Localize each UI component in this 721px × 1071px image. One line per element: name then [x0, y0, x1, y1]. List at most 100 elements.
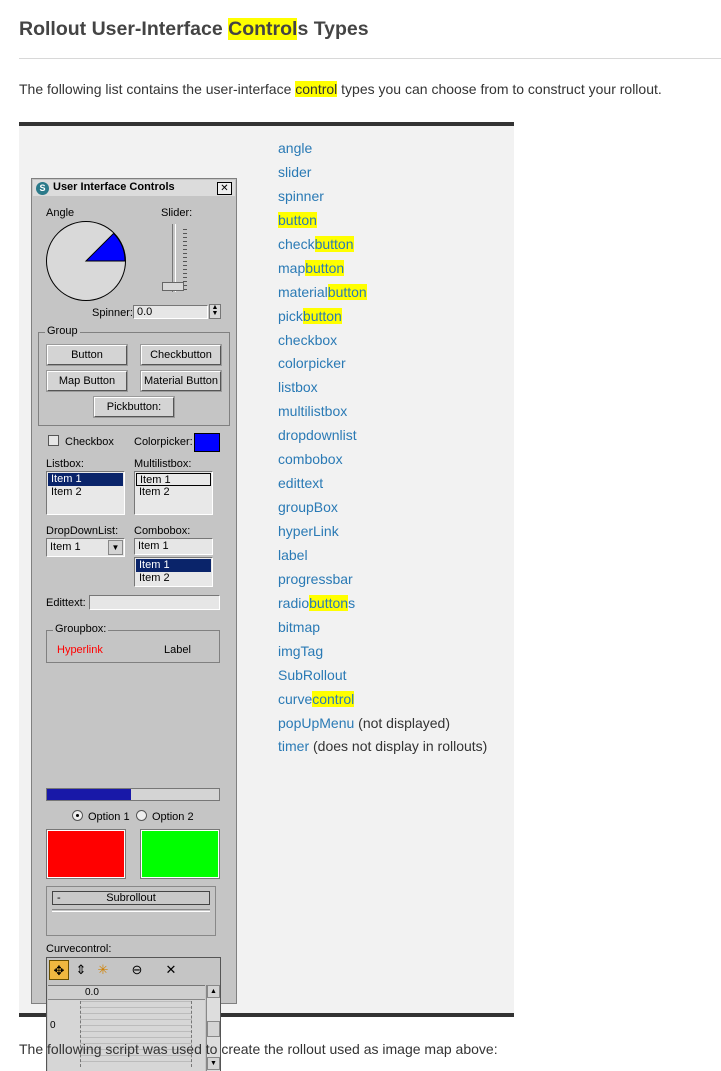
scroll-down-icon[interactable]: ▼ — [207, 1057, 220, 1070]
link-radiobuttons-prefix: radio — [278, 594, 310, 611]
list-item: bitmap — [278, 615, 487, 639]
curvecontrol-label: Curvecontrol: — [46, 943, 112, 955]
link-label[interactable]: label — [278, 547, 308, 563]
link-button[interactable]: button — [278, 211, 317, 228]
link-mapbutton[interactable]: mapbutton — [278, 259, 345, 276]
list-item[interactable]: Item 2 — [136, 486, 211, 499]
scroll-up-icon[interactable]: ▲ — [207, 985, 220, 998]
intro-prefix: The following list contains the user-int… — [19, 81, 296, 97]
bitmap-green — [141, 830, 219, 878]
list-item[interactable]: Item 1 — [136, 473, 211, 486]
listbox[interactable]: Item 1 Item 2 — [46, 471, 125, 515]
link-hyperlink[interactable]: hyperLink — [278, 523, 339, 539]
pickbutton-button[interactable]: Pickbutton: — [94, 397, 174, 417]
edittext-input[interactable] — [89, 595, 220, 610]
intro-suffix: types you can choose from to construct y… — [337, 81, 662, 97]
slider-thumb[interactable] — [162, 282, 184, 291]
list-item[interactable]: Item 1 — [48, 473, 123, 486]
link-angle[interactable]: angle — [278, 140, 312, 156]
colorpicker-label: Colorpicker: — [134, 436, 193, 448]
checkbox[interactable] — [48, 435, 59, 446]
insert-point-icon[interactable]: ✳ — [93, 960, 113, 980]
mouse-icon[interactable]: ⊖ — [127, 960, 147, 980]
checkbutton-button[interactable]: Checkbutton — [141, 345, 221, 365]
link-combobox[interactable]: combobox — [278, 451, 343, 467]
link-spinner[interactable]: spinner — [278, 188, 324, 204]
angle-dial[interactable] — [46, 221, 126, 301]
curve-grid — [80, 1001, 192, 1067]
link-mapbutton-highlight: button — [305, 259, 345, 276]
link-button-text: button — [278, 211, 317, 228]
curve-graph[interactable]: 0.0 0 — [48, 985, 205, 1071]
option2-label: Option 2 — [152, 811, 194, 823]
link-edittext[interactable]: edittext — [278, 475, 323, 491]
title-suffix: s Types — [297, 18, 369, 40]
combobox-list[interactable]: Item 1 Item 2 — [134, 557, 213, 587]
vertical-scrollbar[interactable]: ▲ ▼ — [206, 985, 220, 1071]
spinner-arrows-icon[interactable]: ▲ ▼ — [209, 304, 221, 319]
dialog-title: User Interface Controls — [53, 181, 175, 193]
link-checkbox[interactable]: checkbox — [278, 332, 337, 348]
list-item[interactable]: Item 1 — [136, 559, 211, 572]
subrollout-header[interactable]: - Subrollout — [52, 891, 210, 905]
subrollout-frame: - Subrollout — [46, 886, 216, 936]
list-item[interactable]: Item 2 — [136, 572, 211, 585]
group-caption: Group — [45, 325, 80, 337]
map-button[interactable]: Map Button — [47, 371, 127, 391]
list-item: label — [278, 543, 487, 567]
max-logo-icon: S — [36, 182, 49, 195]
link-listbox[interactable]: listbox — [278, 379, 318, 395]
dropdownlist[interactable]: Item 1 ▼ — [46, 538, 125, 557]
link-multilistbox[interactable]: multilistbox — [278, 403, 347, 419]
move-icon[interactable]: ✥ — [49, 960, 69, 980]
list-item[interactable]: Item 2 — [48, 486, 123, 499]
option2-radio[interactable] — [136, 810, 147, 821]
multilistbox[interactable]: Item 1 Item 2 — [134, 471, 213, 515]
title-divider — [19, 58, 721, 59]
link-popupmenu[interactable]: popUpMenu — [278, 715, 354, 731]
link-materialbutton[interactable]: materialbutton — [278, 283, 367, 300]
button-button[interactable]: Button — [47, 345, 127, 365]
curve-zero-label: 0 — [50, 1020, 56, 1031]
scale-icon[interactable]: ⇕ — [71, 960, 91, 980]
link-imgtag[interactable]: imgTag — [278, 643, 323, 659]
colorpicker-swatch[interactable] — [194, 433, 220, 452]
link-groupbox[interactable]: groupBox — [278, 499, 338, 515]
angle-label: Angle — [46, 207, 75, 219]
angle-wedge — [84, 232, 126, 262]
link-radiobuttons[interactable]: radiobuttons — [278, 594, 355, 611]
material-button[interactable]: Material Button — [141, 371, 221, 391]
subrollout-title: Subrollout — [106, 892, 156, 904]
spinner-label: Spinner: — [92, 307, 133, 319]
link-progressbar[interactable]: progressbar — [278, 571, 353, 587]
combobox-label: Combobox: — [134, 525, 191, 537]
link-subrollout[interactable]: SubRollout — [278, 667, 347, 683]
link-timer[interactable]: timer — [278, 738, 309, 754]
link-checkbutton[interactable]: checkbutton — [278, 235, 354, 252]
list-item: spinner — [278, 184, 487, 208]
scroll-thumb[interactable] — [207, 1021, 220, 1037]
spinner-input[interactable]: 0.0 — [133, 305, 208, 319]
chevron-down-icon[interactable]: ▼ — [108, 540, 123, 555]
combobox-input[interactable]: Item 1 — [134, 538, 213, 555]
link-radiobuttons-highlight: button — [309, 594, 349, 611]
link-pickbutton[interactable]: pickbutton — [278, 307, 342, 324]
delete-icon[interactable]: ✕ — [161, 960, 181, 980]
link-curvecontrol[interactable]: curvecontrol — [278, 690, 355, 707]
link-pickbutton-highlight: button — [302, 307, 342, 324]
timer-note: (does not display in rollouts) — [309, 738, 488, 755]
link-colorpicker[interactable]: colorpicker — [278, 355, 346, 371]
list-item: pickbutton — [278, 304, 487, 328]
control-types-list: angle slider spinner button checkbutton … — [278, 136, 487, 758]
page-title: Rollout User-Interface Controls Types — [19, 18, 369, 41]
hyperlink[interactable]: Hyperlink — [57, 644, 103, 656]
link-slider[interactable]: slider — [278, 164, 311, 180]
list-item: colorpicker — [278, 351, 487, 375]
link-pickbutton-prefix: pick — [278, 307, 303, 324]
subrollout-divider — [52, 909, 210, 912]
option1-radio[interactable] — [72, 810, 83, 821]
link-dropdownlist[interactable]: dropdownlist — [278, 427, 357, 443]
list-item: radiobuttons — [278, 591, 487, 615]
close-icon[interactable]: ✕ — [217, 182, 232, 195]
link-bitmap[interactable]: bitmap — [278, 619, 320, 635]
